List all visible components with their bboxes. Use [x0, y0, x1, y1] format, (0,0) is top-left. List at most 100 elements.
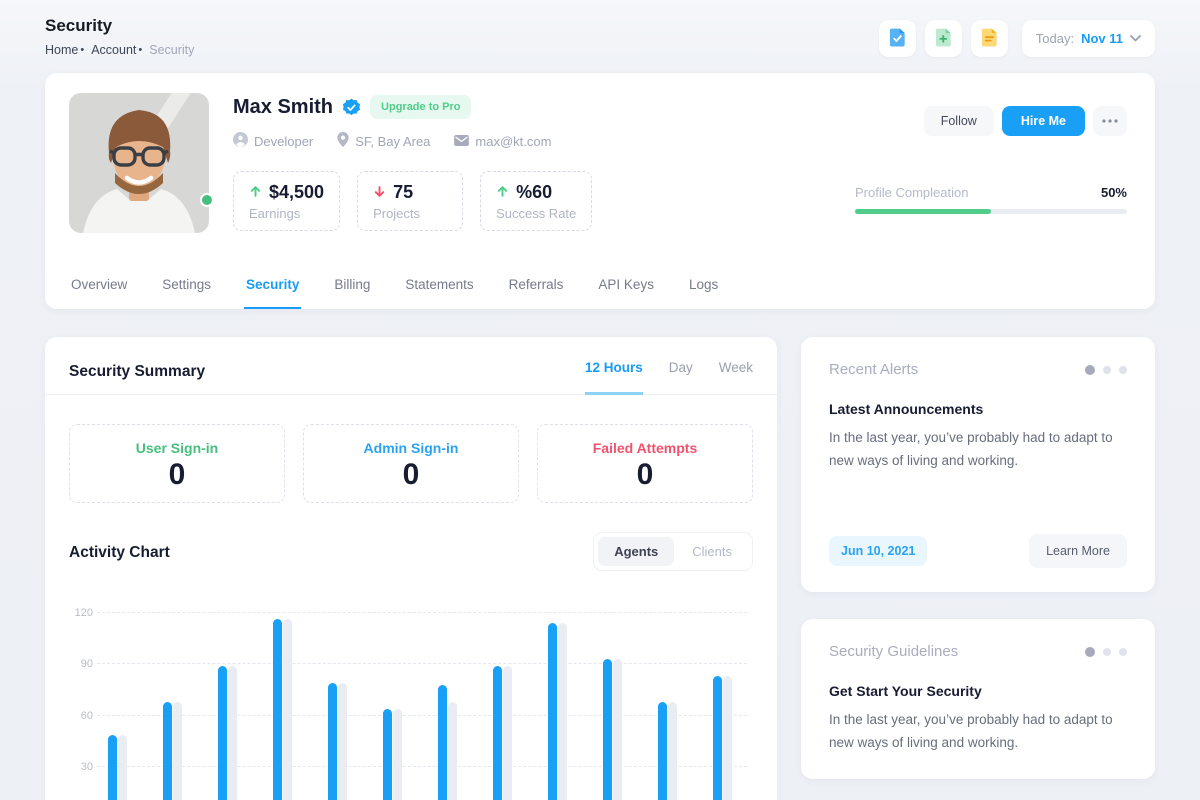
y-axis-tick-label: 120 — [67, 607, 93, 619]
bar-agents[interactable] — [108, 735, 117, 800]
breadcrumb-item-account[interactable]: Account — [91, 43, 136, 57]
carousel-dot[interactable] — [1085, 647, 1095, 657]
tab-settings[interactable]: Settings — [160, 277, 213, 309]
breadcrumb-item-security[interactable]: Security — [149, 43, 194, 57]
tab-billing[interactable]: Billing — [332, 277, 372, 309]
carousel-dot[interactable] — [1085, 365, 1095, 375]
location-icon — [337, 132, 349, 150]
chart-gridline — [97, 715, 747, 716]
profile-meta-item: max@kt.com — [454, 132, 551, 150]
profile-name: Max Smith — [233, 96, 333, 119]
period-tab-12-hours[interactable]: 12 Hours — [585, 360, 643, 395]
file-lines-icon — [979, 27, 1000, 51]
bar-agents[interactable] — [548, 623, 557, 800]
arrow-down-icon — [373, 182, 386, 203]
stat-value: %60 — [516, 182, 552, 203]
carousel-dot[interactable] — [1103, 366, 1111, 374]
signin-box-failed-attempts: Failed Attempts0 — [537, 424, 753, 503]
bar-agents[interactable] — [328, 683, 337, 800]
tab-statements[interactable]: Statements — [403, 277, 475, 309]
card-security-guidelines: Security GuidelinesGet Start Your Securi… — [801, 619, 1155, 779]
date-selector[interactable]: Today: Nov 11 — [1022, 20, 1155, 57]
toggle-clients[interactable]: Clients — [676, 537, 748, 566]
chevron-down-icon — [1130, 35, 1141, 42]
more-options-button[interactable] — [1093, 106, 1127, 136]
bar-shadow — [448, 702, 457, 800]
bar-agents[interactable] — [493, 666, 502, 800]
stat-tile-success-rate: %60 Success Rate — [480, 171, 592, 231]
carousel-dots — [1085, 365, 1127, 375]
ellipsis-icon — [1102, 119, 1118, 123]
period-tab-day[interactable]: Day — [669, 360, 693, 395]
bar-agents[interactable] — [603, 659, 612, 800]
date-chip[interactable]: Jun 10, 2021 — [829, 536, 927, 566]
profile-completion: Profile Compleation 50% — [855, 185, 1127, 214]
page-header: Security Home•Account•Security Today: No… — [0, 0, 1200, 57]
carousel-dot[interactable] — [1103, 648, 1111, 656]
learn-more-button[interactable]: Learn More — [1029, 534, 1127, 568]
right-sidebar: Recent AlertsLatest AnnouncementsIn the … — [801, 337, 1155, 779]
stat-tile-earnings: $4,500Earnings — [233, 171, 340, 231]
card-recent-alerts: Recent AlertsLatest AnnouncementsIn the … — [801, 337, 1155, 592]
chart-gridline — [97, 663, 747, 664]
chart-gridline — [97, 766, 747, 767]
bar-shadow — [668, 702, 677, 800]
tab-security[interactable]: Security — [244, 277, 301, 309]
bar-shadow — [503, 666, 512, 800]
mail-icon — [454, 134, 469, 149]
bar-agents[interactable] — [383, 709, 392, 800]
tab-referrals[interactable]: Referrals — [507, 277, 566, 309]
file-lines-button[interactable] — [971, 20, 1008, 57]
stat-value: $4,500 — [269, 182, 324, 203]
bar-shadow — [723, 676, 732, 800]
signin-stat-boxes: User Sign-in0 Admin Sign-in 0 Failed Attemp… — [69, 424, 753, 503]
date-prefix-label: Today: — [1036, 31, 1074, 46]
bar-agents[interactable] — [438, 685, 447, 800]
breadcrumb-item-home[interactable]: Home — [45, 43, 78, 57]
profile-actions: Follow Hire Me Profile Compleation 50% — [855, 106, 1127, 214]
page-header-left: Security Home•Account•Security — [45, 16, 194, 57]
security-summary-card: Security Summary 12 HoursDayWeek User Si… — [45, 337, 777, 800]
tab-api-keys[interactable]: API Keys — [596, 277, 656, 309]
bar-agents[interactable] — [218, 666, 227, 800]
arrow-up-icon — [496, 182, 509, 203]
signin-box-value: 0 — [70, 458, 284, 491]
page-title: Security — [45, 16, 194, 36]
stat-value: 75 — [393, 182, 413, 203]
progress-bar-fill — [855, 209, 991, 214]
tab-logs[interactable]: Logs — [687, 277, 720, 309]
breadcrumb: Home•Account•Security — [45, 43, 194, 57]
stat-label: Success Rate — [496, 206, 576, 221]
carousel-dot[interactable] — [1119, 366, 1127, 374]
profile-meta-item: Developer — [233, 132, 313, 150]
toggle-agents[interactable]: Agents — [598, 537, 674, 566]
card-title: Security Guidelines — [829, 643, 958, 660]
bar-agents[interactable] — [163, 702, 172, 800]
breadcrumb-separator: • — [80, 44, 84, 56]
upgrade-pro-badge[interactable]: Upgrade to Pro — [370, 95, 471, 119]
file-check-button[interactable] — [879, 20, 916, 57]
hire-me-button[interactable]: Hire Me — [1002, 106, 1085, 136]
signin-box-user-sign-in: User Sign-in0 — [69, 424, 285, 503]
arrow-up-icon — [249, 182, 262, 203]
card-body-text: In the last year, you’ve probably had to… — [829, 427, 1127, 473]
progress-label: Profile Compleation — [855, 185, 968, 200]
signin-box-label: Admin Sign-in — [304, 440, 518, 456]
card-body-text: In the last year, you’ve probably had to… — [829, 709, 1127, 755]
file-plus-button[interactable] — [925, 20, 962, 57]
progress-percent: 50% — [1101, 185, 1127, 200]
bar-agents[interactable] — [658, 702, 667, 800]
follow-button[interactable]: Follow — [924, 106, 994, 136]
carousel-dot[interactable] — [1119, 648, 1127, 656]
date-value: Nov 11 — [1081, 31, 1123, 46]
bar-shadow — [338, 683, 347, 800]
y-axis-tick-label: 90 — [67, 658, 93, 670]
bar-agents[interactable] — [273, 619, 282, 800]
app-root: Security Home•Account•Security Today: No… — [0, 0, 1200, 800]
tab-overview[interactable]: Overview — [69, 277, 129, 309]
y-axis-tick-label: 60 — [67, 710, 93, 722]
period-tab-week[interactable]: Week — [719, 360, 753, 395]
stat-label: Projects — [373, 206, 447, 221]
profile-meta-item: SF, Bay Area — [337, 132, 430, 150]
bar-agents[interactable] — [713, 676, 722, 800]
